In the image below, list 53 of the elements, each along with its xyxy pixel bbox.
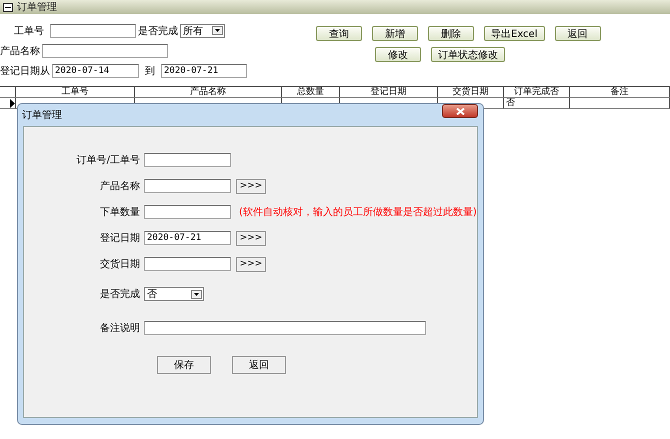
field-label: 产品名称 <box>0 44 40 58</box>
hint-text: (软件自动核对，输入的员工所做数量是否超过此数量) <box>239 206 477 219</box>
completion-dropdown[interactable]: 所有 <box>180 24 225 38</box>
field-label: 工单号 <box>14 24 44 38</box>
row-pointer-icon <box>10 98 15 108</box>
dialog-button[interactable]: 保存 <box>157 356 211 374</box>
start-date-field[interactable]: 2020-07-14 <box>52 64 139 78</box>
field-label: 交货日期 <box>99 258 141 271</box>
input-field[interactable] <box>144 257 231 271</box>
field-label: 登记日期从 <box>0 64 50 78</box>
field-label: 是否完成 <box>138 24 178 38</box>
input-field[interactable] <box>144 205 231 219</box>
table-cell: 否 <box>504 98 570 109</box>
toolbar-button[interactable]: 返回 <box>554 26 600 41</box>
field-label: 备注说明 <box>99 322 141 335</box>
toolbar-button[interactable]: 导出Excel <box>484 26 544 41</box>
close-icon <box>456 108 464 114</box>
toolbar-button[interactable]: 订单状态修改 <box>431 47 505 62</box>
input-field[interactable] <box>144 153 231 167</box>
input-field[interactable] <box>144 179 231 193</box>
dropdown-arrow-icon <box>212 26 223 35</box>
field-label: 登记日期 <box>99 232 141 245</box>
completion-dropdown[interactable]: 否 <box>144 287 204 301</box>
dropdown-arrow-icon <box>191 290 202 298</box>
window-title: 订单管理 <box>17 0 57 14</box>
column-header[interactable]: 备注 <box>570 87 670 98</box>
field-label: 到 <box>145 64 155 78</box>
field-label: 产品名称 <box>99 180 141 193</box>
input-field[interactable]: 2020-07-21 <box>144 231 231 245</box>
toolbar-button[interactable]: 新增 <box>372 26 418 41</box>
column-header[interactable]: 总数量 <box>282 87 340 98</box>
picker-button[interactable]: >>> <box>236 230 266 246</box>
column-header[interactable]: 登记日期 <box>340 87 438 98</box>
column-header[interactable]: 产品名称 <box>135 87 282 98</box>
dialog-button[interactable]: 返回 <box>232 356 286 374</box>
column-header[interactable]: 工单号 <box>16 87 135 98</box>
field-label: 下单数量 <box>99 206 141 219</box>
toolbar-button[interactable]: 删除 <box>428 26 474 41</box>
dialog-title: 订单管理 <box>22 108 62 122</box>
notes-field[interactable] <box>144 321 426 335</box>
picker-button[interactable]: >>> <box>236 256 266 272</box>
end-date-field[interactable]: 2020-07-21 <box>161 64 247 78</box>
toolbar-button[interactable]: 查询 <box>316 26 362 41</box>
order-number-field[interactable] <box>50 24 136 38</box>
column-header[interactable]: 交货日期 <box>438 87 504 98</box>
toolbar-button[interactable]: 修改 <box>375 47 421 62</box>
close-button[interactable] <box>442 104 478 118</box>
column-header[interactable]: 订单完成否 <box>504 87 570 98</box>
field-label: 是否完成 <box>99 288 141 301</box>
collapse-icon[interactable] <box>3 2 13 12</box>
picker-button[interactable]: >>> <box>236 178 266 194</box>
product-name-field[interactable] <box>42 44 168 58</box>
field-label: 订单号/工单号 <box>76 154 141 167</box>
